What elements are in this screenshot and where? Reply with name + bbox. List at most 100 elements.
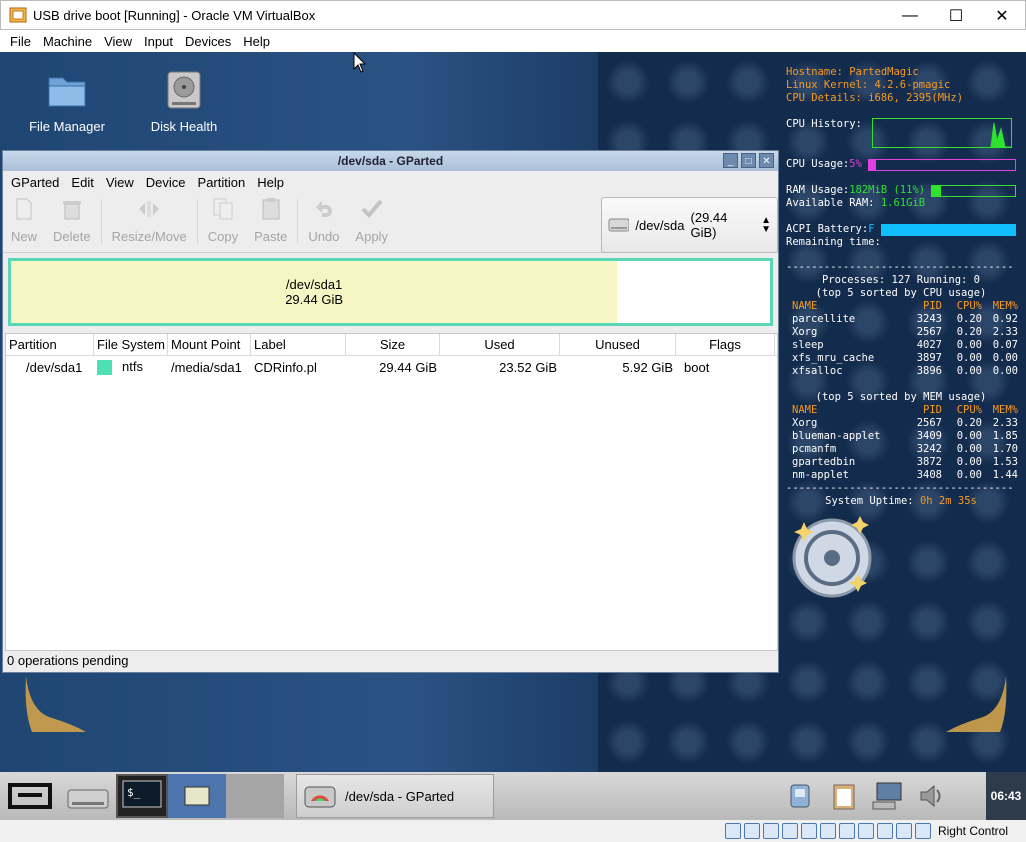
vm-screen[interactable]: File Manager Disk Health Hostname: Parte… — [0, 52, 1026, 820]
gparted-minimize-button[interactable]: _ — [723, 153, 738, 168]
launcher-drive[interactable] — [60, 774, 116, 818]
menu-help[interactable]: Help — [237, 34, 276, 49]
remaining-time-label: Remaining time: — [786, 236, 881, 248]
cpu-sort-label: (top 5 sorted by CPU usage) — [815, 287, 987, 299]
process-mem: 0.92 — [992, 313, 1018, 325]
process-row: nm-applet 3408 0.00 1.44 — [792, 469, 1018, 482]
gp-menu-help[interactable]: Help — [251, 175, 290, 190]
resize-move-button[interactable]: Resize/Move — [104, 197, 195, 244]
tray-network-icon[interactable] — [778, 774, 822, 818]
desktop-icon-file-manager[interactable]: File Manager — [22, 68, 112, 134]
start-menu-button[interactable] — [0, 774, 60, 818]
col-unused[interactable]: Unused — [560, 334, 676, 355]
menu-devices[interactable]: Devices — [179, 34, 237, 49]
menu-input[interactable]: Input — [138, 34, 179, 49]
menu-file[interactable]: File — [4, 34, 37, 49]
col-used[interactable]: Used — [440, 334, 560, 355]
gp-menu-device[interactable]: Device — [140, 175, 192, 190]
status-network-icon[interactable] — [838, 823, 855, 839]
cell-unused: 5.92 GiB — [622, 359, 673, 375]
process-row: pcmanfm 3242 0.00 1.70 — [792, 443, 1018, 456]
tray-volume-icon[interactable] — [910, 774, 954, 818]
col-label[interactable]: Label — [251, 334, 346, 355]
status-optical-drive-icon[interactable] — [724, 823, 741, 839]
host-titlebar: USB drive boot [Running] - Oracle VM Vir… — [0, 0, 1026, 30]
process-cpu: 0.00 — [956, 430, 982, 442]
device-size: (29.44 GiB) — [690, 210, 728, 240]
undo-button[interactable]: Undo — [300, 197, 347, 244]
available-ram-value: 1.61GiB — [880, 197, 926, 209]
gp-menu-partition[interactable]: Partition — [192, 175, 252, 190]
status-folder-icon[interactable] — [800, 823, 817, 839]
process-mem: 1.85 — [992, 430, 1018, 442]
top-mem-list: Xorg 2567 0.20 2.33 blueman-applet 3409 0.00 1.… — [792, 417, 1018, 482]
col-file-system[interactable]: File System — [94, 334, 168, 355]
process-pid: 2567 — [916, 326, 942, 338]
process-row: xfsalloc 3896 0.00 0.00 — [792, 365, 1018, 378]
gparted-window[interactable]: /dev/sda - GParted _ □ ✕ GParted Edit Vi… — [2, 150, 779, 673]
start-menu-icon — [8, 783, 52, 809]
status-usb-icon[interactable] — [762, 823, 779, 839]
status-mouse-icon[interactable] — [895, 823, 912, 839]
gparted-titlebar[interactable]: /dev/sda - GParted _ □ ✕ — [3, 151, 778, 171]
process-name: nm-applet — [792, 469, 849, 481]
col-size[interactable]: Size — [346, 334, 440, 355]
process-row: parcellite 3243 0.20 0.92 — [792, 313, 1018, 326]
process-cpu: 0.00 — [956, 339, 982, 351]
copy-button[interactable]: Copy — [200, 197, 246, 244]
table-row[interactable]: /dev/sda1 ntfs /media/sda1 CDRinfo.pl 29… — [6, 356, 777, 378]
apply-button[interactable]: Apply — [347, 197, 396, 244]
process-mem: 0.07 — [992, 339, 1018, 351]
tray-monitor-icon[interactable] — [866, 774, 910, 818]
partition-graph[interactable]: /dev/sda1 29.44 GiB — [8, 258, 773, 326]
launcher-terminal[interactable]: $_ — [116, 774, 168, 818]
gp-menu-gparted[interactable]: GParted — [5, 175, 65, 190]
partition-graph-sda1[interactable]: /dev/sda1 29.44 GiB — [11, 261, 618, 323]
device-name: /dev/sda — [635, 217, 685, 233]
menu-view[interactable]: View — [98, 34, 138, 49]
drive-icon — [608, 218, 630, 232]
process-cpu: 0.00 — [956, 365, 982, 377]
new-button[interactable]: New — [3, 197, 45, 244]
status-vt-icon[interactable] — [857, 823, 874, 839]
terminal-icon: $_ — [122, 780, 162, 808]
status-keyboard-icon[interactable] — [914, 823, 931, 839]
cpu-usage-value: 5% — [849, 158, 862, 170]
maximize-button[interactable]: ☐ — [933, 1, 979, 31]
process-row: sleep 4027 0.00 0.07 — [792, 339, 1018, 352]
paste-button[interactable]: Paste — [246, 197, 295, 244]
apply-label: Apply — [355, 229, 388, 244]
workspace-2[interactable] — [226, 774, 284, 818]
col-mount-point[interactable]: Mount Point — [168, 334, 251, 355]
cell-file-system: ntfs — [94, 359, 168, 376]
processes-line: Processes: 127 Running: 0 — [821, 274, 981, 286]
col-flags[interactable]: Flags — [676, 334, 775, 355]
device-selector[interactable]: /dev/sda (29.44 GiB) ▲ ▼ — [601, 197, 778, 253]
desktop-icon-disk-health[interactable]: Disk Health — [139, 68, 229, 134]
hard-drive-icon — [67, 789, 109, 809]
process-name: xfs_mru_cache — [792, 352, 875, 364]
status-cpu-icon[interactable] — [876, 823, 893, 839]
resize-icon — [139, 201, 160, 217]
tray-clipboard-icon[interactable] — [822, 774, 866, 818]
process-row: xfs_mru_cache 3897 0.00 0.00 — [792, 352, 1018, 365]
delete-button[interactable]: Delete — [45, 197, 99, 244]
workspace-1[interactable] — [168, 774, 226, 818]
status-display-icon[interactable] — [819, 823, 836, 839]
close-button[interactable]: ✕ — [979, 1, 1025, 31]
trash-icon — [62, 201, 81, 220]
status-pen-icon[interactable] — [781, 823, 798, 839]
gparted-maximize-button[interactable]: □ — [741, 153, 756, 168]
taskbar-gparted-button[interactable]: /dev/sda - GParted — [296, 774, 494, 818]
minimize-button[interactable]: — — [887, 1, 933, 31]
gp-menu-view[interactable]: View — [100, 175, 140, 190]
task-label: /dev/sda - GParted — [345, 788, 455, 804]
process-name: Xorg — [792, 326, 818, 338]
menu-machine[interactable]: Machine — [37, 34, 98, 49]
col-mem: MEM% — [992, 404, 1018, 416]
gp-menu-edit[interactable]: Edit — [65, 175, 99, 190]
status-cd-icon[interactable] — [743, 823, 760, 839]
process-pid: 4027 — [916, 339, 942, 351]
gparted-close-button[interactable]: ✕ — [759, 153, 774, 168]
col-partition[interactable]: Partition — [6, 334, 94, 355]
